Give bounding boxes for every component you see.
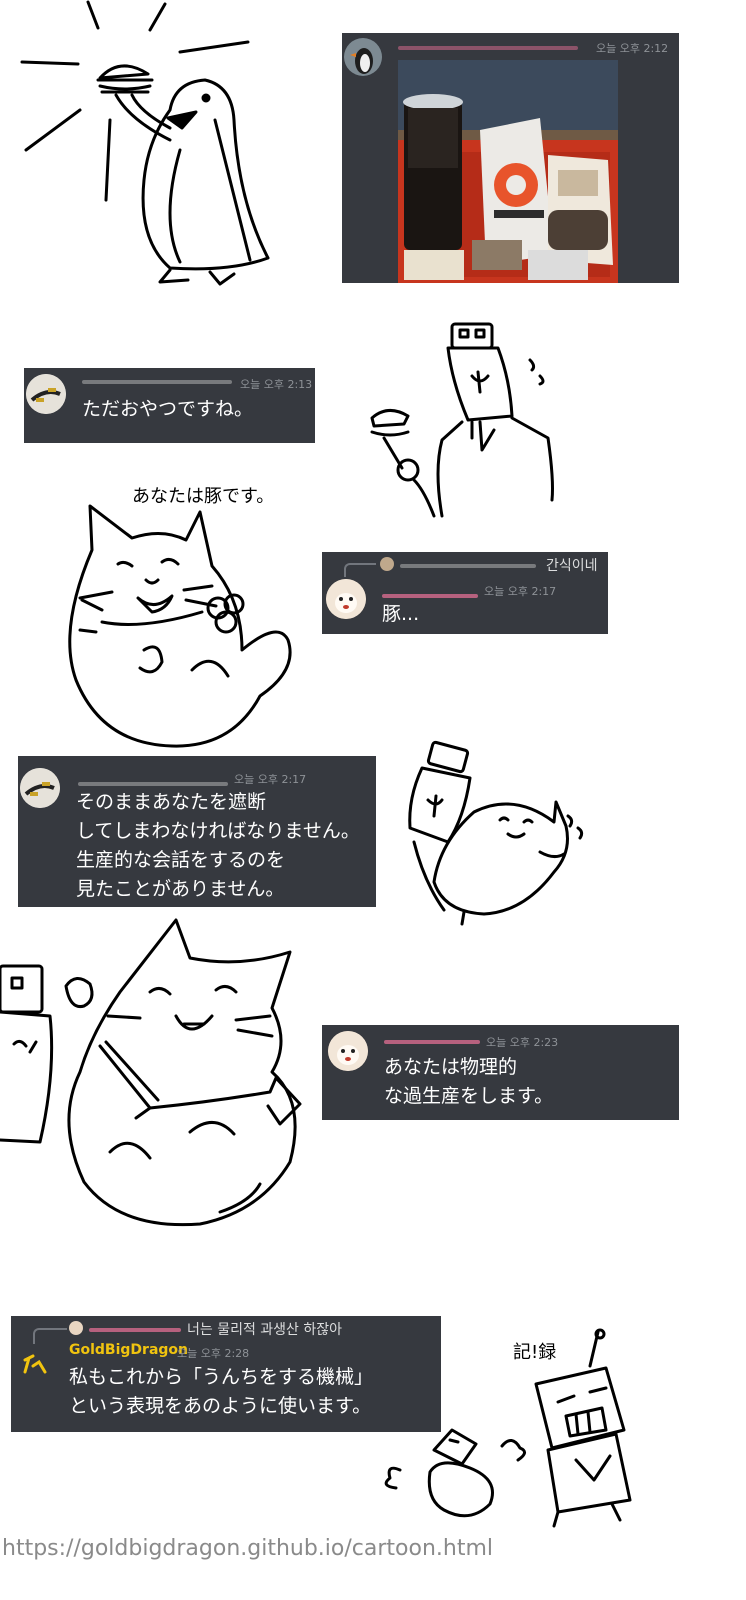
username-blurred: [398, 46, 578, 50]
user-avatar-hamster[interactable]: [326, 579, 366, 619]
reply-connector: [344, 563, 376, 577]
cat-leashed-illustration: [0, 918, 302, 1227]
message-text: そのままあなたを遮断 してしまわなければなりません。 生産的な会話をするのを 見…: [76, 791, 360, 900]
robot-recording-illustration: [384, 1328, 632, 1528]
username-blurred: [384, 1040, 480, 1044]
penguin-avatar[interactable]: [344, 38, 382, 76]
reply-connector: [33, 1328, 67, 1344]
message-timestamp: 오늘 오후 2:12: [596, 42, 669, 55]
message-text: 豚...: [382, 603, 420, 625]
reply-preview-text[interactable]: 간식이네: [546, 555, 598, 575]
dragon-logo-icon[interactable]: [21, 1352, 47, 1378]
penguin-illustration: [20, 0, 270, 286]
username-blurred: [82, 380, 232, 384]
username-blurred: [382, 594, 478, 598]
reply-username-blurred: [400, 564, 536, 568]
message-card-block: 오늘 오후 2:17 そのままあなたを遮断 してしまわなければなりません。 生産…: [18, 756, 376, 907]
username-blurred: [78, 782, 228, 786]
message-timestamp: 오늘 오후 2:23: [486, 1036, 559, 1049]
user-avatar-cable[interactable]: [20, 768, 60, 808]
fat-cat-illustration: [68, 504, 292, 748]
message-text: ただおやつですね。: [82, 398, 254, 420]
reply-avatar: [69, 1321, 83, 1335]
attached-food-photo[interactable]: [398, 60, 618, 283]
usb-hugging-cat-illustration: [408, 740, 584, 926]
usb-character-illustration: [370, 322, 554, 518]
message-card-photo: 오늘 오후 2:12: [342, 33, 679, 283]
message-timestamp: 오늘 오후 2:28: [177, 1347, 250, 1360]
message-text: 私もこれから「うんちをする機械」 という表現をあのように使います。: [69, 1366, 374, 1417]
reply-preview-text[interactable]: 너는 물리적 과생산 하잖아: [187, 1319, 342, 1339]
message-text: あなたは物理的 な過生産をします。: [384, 1056, 554, 1107]
reply-avatar: [380, 557, 394, 571]
message-card-overproduce: 오늘 오후 2:23 あなたは物理的 な過生産をします。: [322, 1025, 679, 1120]
message-card-snack: 오늘 오후 2:13 ただおやつですね。: [24, 368, 315, 443]
reply-username-blurred: [89, 1328, 181, 1332]
message-timestamp: 오늘 오후 2:13: [240, 378, 313, 391]
source-url[interactable]: https://goldbigdragon.github.io/cartoon.…: [2, 1536, 493, 1561]
message-card-reply-pig: 간식이네 오늘 오후 2:17 豚...: [322, 552, 608, 634]
user-avatar-cable[interactable]: [26, 374, 66, 414]
user-avatar-hamster[interactable]: [328, 1031, 368, 1071]
message-timestamp: 오늘 오후 2:17: [234, 773, 307, 786]
message-card-goldbigdragon: 너는 물리적 과생산 하잖아 GoldBigDragon 오늘 오후 2:28 …: [11, 1316, 441, 1432]
author-name[interactable]: GoldBigDragon: [69, 1342, 188, 1358]
message-timestamp: 오늘 오후 2:17: [484, 585, 557, 598]
